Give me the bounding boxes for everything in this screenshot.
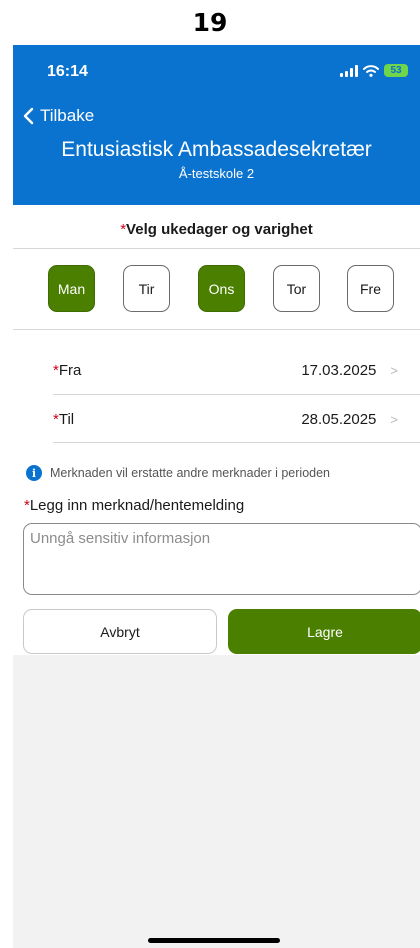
day-label: Fre: [360, 280, 381, 297]
chevron-right-icon: >: [390, 362, 398, 378]
weekday-selector: Man Tir Ons Tor Fre: [48, 265, 410, 315]
wifi-icon: [363, 64, 379, 77]
info-text: Merknaden vil erstatte andre merknader i…: [50, 466, 331, 480]
note-input[interactable]: Unngå sensitiv informasjon: [23, 523, 420, 595]
date-from-label: *Fra: [53, 362, 81, 379]
day-button-tir[interactable]: Tir: [123, 265, 170, 312]
status-icons: 53: [340, 64, 408, 77]
chevron-left-icon: [23, 107, 34, 125]
day-button-fre[interactable]: Fre: [347, 265, 394, 312]
day-label: Ons: [208, 280, 235, 297]
info-icon: i: [26, 465, 42, 481]
divider: [53, 394, 420, 395]
day-button-man[interactable]: Man: [48, 265, 95, 312]
app-header: 16:14 53 Tilbake Entusiastisk Ambassades…: [13, 45, 420, 205]
day-button-ons[interactable]: Ons: [198, 265, 245, 312]
note-label: *Legg inn merknad/hentemelding: [24, 497, 244, 514]
day-label: Tir: [138, 280, 155, 297]
date-from-text: Fra: [58, 361, 82, 379]
info-message: i Merknaden vil erstatte andre merknader…: [26, 465, 330, 481]
page-subtitle: Å-testskole 2: [178, 166, 255, 181]
phone-screen: 16:14 53 Tilbake Entusiastisk Ambassades…: [13, 45, 420, 948]
divider: [13, 248, 420, 249]
note-placeholder: Unngå sensitiv informasjon: [30, 530, 211, 547]
back-button[interactable]: Tilbake: [23, 106, 94, 126]
save-button[interactable]: Lagre: [228, 609, 420, 654]
divider: [13, 329, 420, 330]
date-from-value: 17.03.2025: [301, 361, 377, 379]
date-to-text: Til: [58, 410, 75, 428]
day-label: Man: [57, 280, 86, 297]
day-button-tor[interactable]: Tor: [273, 265, 320, 312]
cellular-signal-icon: [340, 64, 358, 77]
days-section-label: Velg ukedager og varighet: [126, 221, 313, 238]
page-number: 19: [192, 8, 228, 37]
divider: [53, 442, 420, 443]
day-label: Tor: [286, 280, 307, 297]
note-label-text: Legg inn merknad/hentemelding: [29, 497, 245, 514]
date-to-value: 28.05.2025: [301, 410, 377, 428]
date-to-label: *Til: [53, 411, 74, 428]
days-section-title: *Velg ukedager og varighet: [13, 221, 420, 238]
page-title: Entusiastisk Ambassadesekretær: [61, 138, 372, 161]
date-to-row[interactable]: *Til 28.05.2025 >: [53, 401, 398, 437]
cancel-button[interactable]: Avbryt: [23, 609, 217, 654]
battery-icon: 53: [384, 64, 408, 77]
home-indicator: [148, 938, 280, 943]
main-content: *Velg ukedager og varighet Man Tir Ons T…: [13, 205, 420, 655]
date-from-row[interactable]: *Fra 17.03.2025 >: [53, 352, 398, 388]
back-label: Tilbake: [40, 106, 95, 125]
status-time: 16:14: [47, 63, 88, 80]
chevron-right-icon: >: [390, 411, 398, 427]
